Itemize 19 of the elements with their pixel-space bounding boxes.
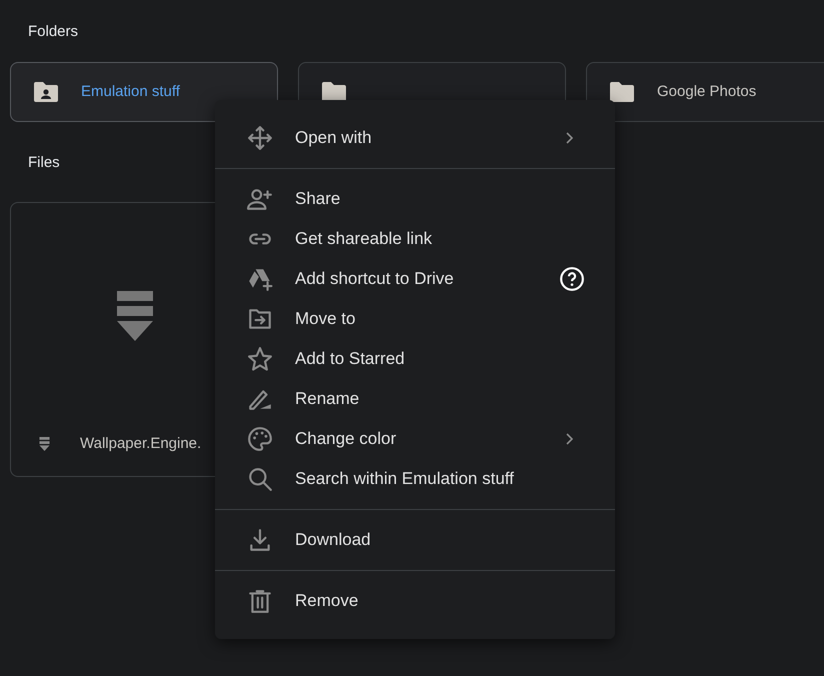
section-heading: Files bbox=[28, 154, 60, 171]
trash-icon bbox=[247, 588, 273, 614]
search-icon bbox=[247, 466, 273, 492]
menu-item[interactable]: Remove bbox=[215, 581, 615, 621]
palette-icon bbox=[247, 426, 273, 452]
folder-card[interactable]: Emulation stuff bbox=[10, 62, 278, 122]
folder-icon bbox=[609, 81, 635, 103]
file-name: Wallpaper.Engine. bbox=[80, 434, 202, 454]
help-icon[interactable] bbox=[559, 266, 585, 292]
star-icon bbox=[247, 346, 273, 372]
folder-card[interactable]: Google Photos bbox=[586, 62, 824, 122]
download-file-icon bbox=[39, 437, 50, 451]
folder-name: Google Photos bbox=[657, 82, 756, 102]
shared-folder-icon bbox=[33, 81, 59, 103]
section-heading: Folders bbox=[28, 23, 78, 40]
menu-item[interactable]: Download bbox=[215, 520, 615, 560]
folder-name: Emulation stuff bbox=[81, 82, 180, 102]
move-arrows-icon bbox=[247, 125, 273, 151]
download-file-icon bbox=[117, 290, 153, 340]
